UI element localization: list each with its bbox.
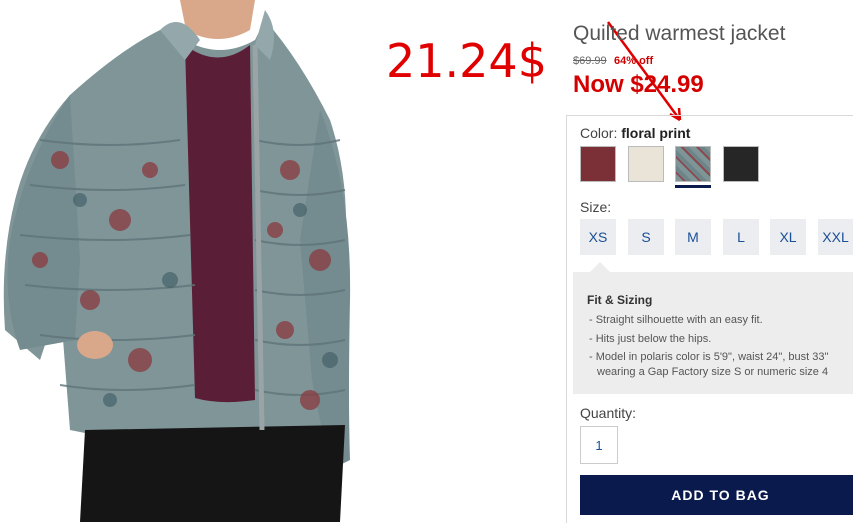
size-option-xxl[interactable]: XXL xyxy=(818,219,853,255)
color-swatch-black[interactable] xyxy=(723,146,759,182)
fit-line: - Model in polaris color is 5'9", waist … xyxy=(589,351,829,363)
fit-line: wearing a Gap Factory size S or numeric … xyxy=(597,366,829,378)
color-swatch-cream[interactable] xyxy=(628,146,664,182)
size-option-s[interactable]: S xyxy=(628,219,664,255)
size-option-xl[interactable]: XL xyxy=(770,219,806,255)
discount-badge: 64% off xyxy=(614,55,654,67)
fit-line: - Straight silhouette with an easy fit. xyxy=(589,314,763,326)
quantity-label: Quantity: xyxy=(580,405,637,421)
size-option-l[interactable]: L xyxy=(723,219,759,255)
quantity-input[interactable]: 1 xyxy=(580,426,618,464)
original-price: $69.99 xyxy=(573,55,607,67)
product-title: Quilted warmest jacket xyxy=(573,22,786,45)
size-option-xs[interactable]: XS xyxy=(580,219,616,255)
fit-sizing-title: Fit & Sizing xyxy=(587,293,653,307)
color-label: Color: floral print xyxy=(580,125,690,141)
color-label-text: Color: xyxy=(580,125,618,141)
fit-line: - Hits just below the hips. xyxy=(589,333,712,345)
selected-swatch-indicator xyxy=(675,185,711,188)
product-photo xyxy=(0,0,378,522)
fit-box-pointer xyxy=(590,262,610,272)
selected-color-name: floral print xyxy=(621,125,691,141)
color-swatch-floral-print[interactable] xyxy=(675,146,711,182)
color-swatch-burgundy[interactable] xyxy=(580,146,616,182)
sale-price: Now $24.99 xyxy=(573,71,704,98)
size-option-m[interactable]: M xyxy=(675,219,711,255)
add-to-bag-button[interactable]: ADD TO BAG xyxy=(580,475,853,515)
size-label: Size: xyxy=(580,199,612,215)
annotated-price: 21.24$ xyxy=(386,34,547,88)
